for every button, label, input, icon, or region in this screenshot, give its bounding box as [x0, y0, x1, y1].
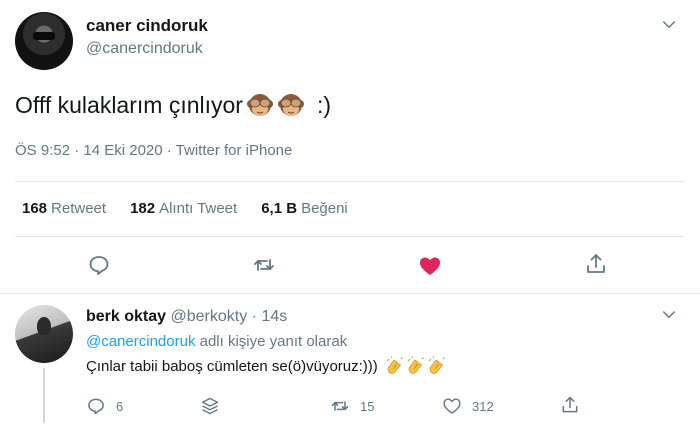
reply-author-handle[interactable]: @berkokty — [171, 308, 248, 325]
layers-icon — [201, 397, 219, 415]
tweet-stats: 168 Retweet 182 Alıntı Tweet 6,1 B Beğeni — [22, 200, 372, 217]
retweet-count-link[interactable]: 168 Retweet — [22, 200, 106, 217]
like-count: 6,1 B — [261, 200, 298, 217]
reply-text: Çınlar tabii baboş cümleten se(ö)vüyoruz… — [86, 356, 447, 376]
tweet-text-main: Offf kulaklarım çınlıyor — [15, 91, 243, 118]
reply-action-stack[interactable] — [200, 396, 220, 416]
author-name[interactable]: caner cindoruk — [86, 16, 208, 36]
quote-count: 182 — [130, 200, 156, 217]
reply-author-avatar[interactable] — [15, 305, 73, 363]
retweet-icon — [331, 401, 349, 411]
reply-retweet-count: 15 — [360, 398, 375, 414]
reply-to-mention[interactable]: @canercindoruk — [86, 333, 195, 350]
reply-icon — [88, 398, 104, 415]
reply-action-share[interactable] — [560, 395, 580, 415]
like-count-link[interactable]: 6,1 B Beğeni — [261, 200, 348, 217]
clapping-hands-icon — [407, 356, 424, 374]
reply-action-reply[interactable]: 6 — [86, 396, 123, 416]
retweet-label: Retweet — [51, 200, 107, 217]
retweet-count: 168 — [22, 200, 48, 217]
reply-count: 6 — [116, 398, 124, 414]
reply-time[interactable]: 14s — [261, 308, 287, 325]
quote-label: Alıntı Tweet — [159, 200, 238, 217]
reply-action-retweet[interactable]: 15 — [330, 396, 374, 416]
reply-icon[interactable] — [87, 253, 111, 277]
reply-to-line: @canercindoruk adlı kişiye yanıt olarak — [86, 333, 347, 350]
quote-count-link[interactable]: 182 Alıntı Tweet — [130, 200, 237, 217]
share-icon — [562, 396, 578, 413]
chevron-down-icon[interactable] — [660, 16, 678, 34]
reply-to-suffix: adlı kişiye yanıt olarak — [199, 333, 348, 350]
clapping-hands-icon — [386, 356, 403, 374]
separator: · — [251, 308, 257, 325]
reply-text-body: Çınlar tabii baboş cümleten se(ö)vüyoruz… — [86, 357, 378, 375]
clapping-hands-icon — [428, 356, 445, 374]
divider — [15, 236, 685, 237]
chevron-down-icon[interactable] — [660, 306, 678, 324]
heart-icon — [443, 398, 461, 414]
see-no-evil-monkey-icon — [277, 94, 304, 116]
tweet-text: Offf kulaklarım çınlıyor :) — [15, 91, 331, 119]
like-label: Beğeni — [301, 200, 348, 217]
reply-like-count: 312 — [472, 398, 494, 414]
reply-action-like[interactable]: 312 — [442, 396, 494, 416]
divider — [0, 293, 700, 294]
tweet-text-tail: :) — [316, 91, 332, 118]
heart-filled-icon[interactable] — [418, 254, 442, 278]
share-icon[interactable] — [584, 252, 608, 276]
retweet-icon[interactable] — [252, 253, 276, 277]
thread-line — [43, 368, 45, 423]
author-handle[interactable]: @canercindoruk — [86, 40, 203, 58]
reply-header: berk oktay @berkokty · 14s — [86, 308, 287, 326]
author-avatar[interactable] — [15, 12, 73, 70]
divider — [15, 181, 685, 182]
reply-author-name[interactable]: berk oktay — [86, 308, 166, 325]
see-no-evil-monkey-icon — [246, 94, 273, 116]
tweet-timestamp[interactable]: ÖS 9:52 · 14 Eki 2020 · Twitter for iPho… — [15, 142, 292, 159]
